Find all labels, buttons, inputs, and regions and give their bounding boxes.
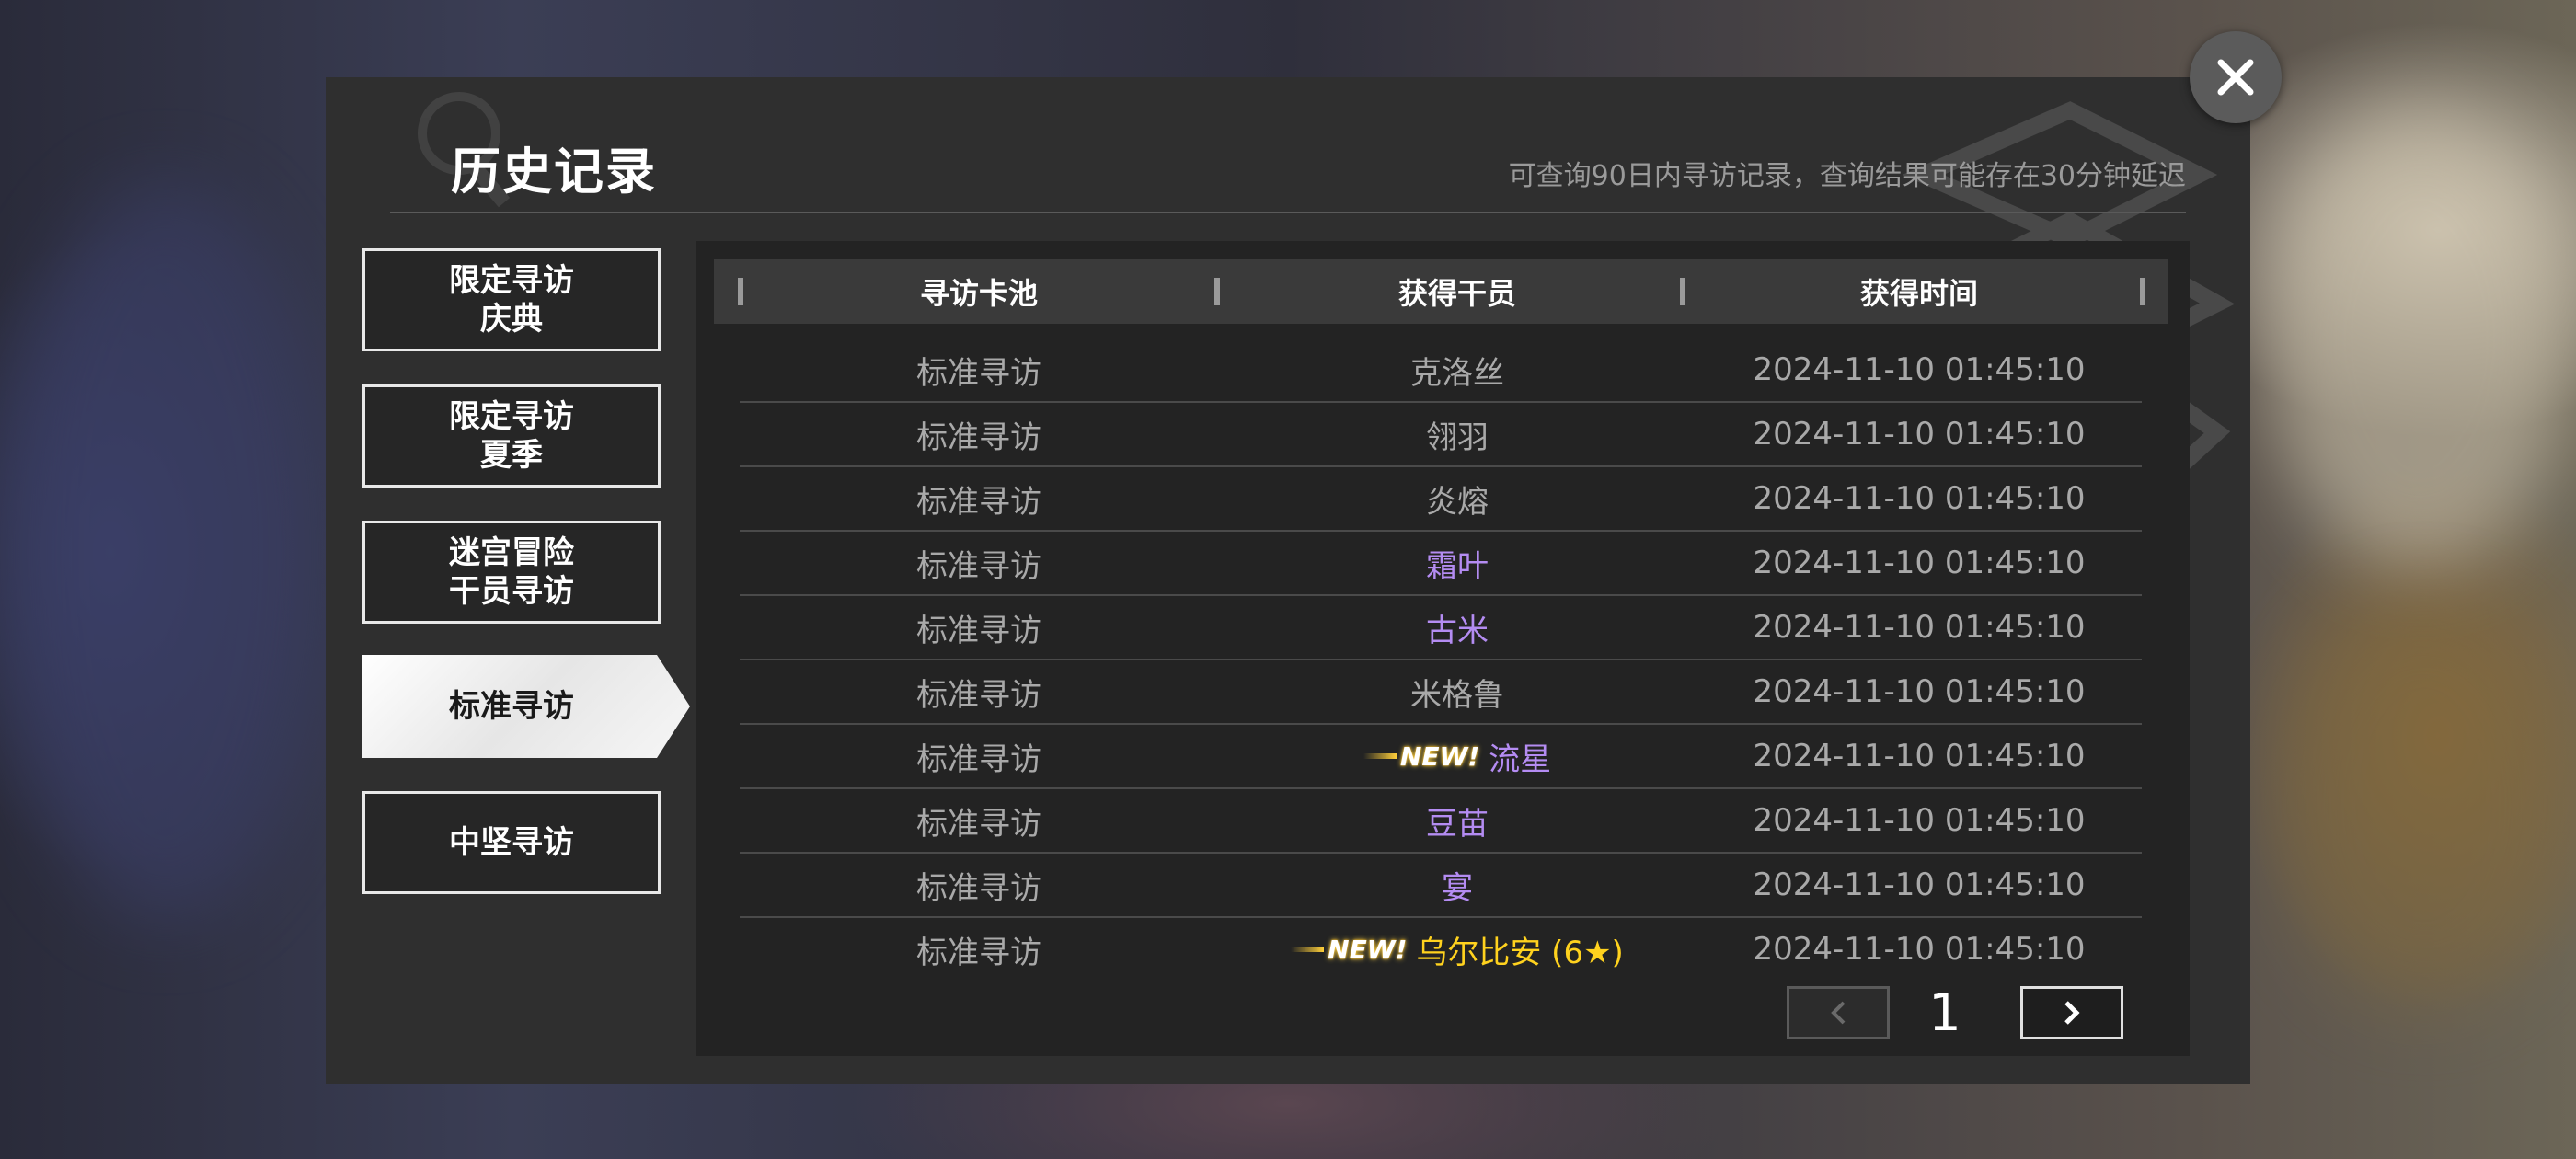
background-blur bbox=[2272, 598, 2576, 1012]
cell-time: 2024-11-10 01:45:10 bbox=[1753, 866, 2086, 903]
cell-time: 2024-11-10 01:45:10 bbox=[1753, 738, 2086, 775]
operator-name: 米格鲁 bbox=[1410, 676, 1504, 714]
tab-pool-2[interactable]: 迷宫冒险 干员寻访 bbox=[362, 521, 661, 624]
table-row: 标准寻访 翎羽 2024-11-10 01:45:10 bbox=[740, 403, 2142, 467]
cell-pool: 标准寻访 bbox=[916, 740, 1041, 778]
cell-time: 2024-11-10 01:45:10 bbox=[1753, 931, 2086, 968]
close-button[interactable] bbox=[2190, 31, 2282, 123]
tab-pool-3[interactable]: 标准寻访 bbox=[362, 655, 690, 758]
chevron-right-icon bbox=[2064, 1001, 2080, 1025]
cell-operator: NEW! 流星 bbox=[1218, 725, 1696, 787]
close-icon bbox=[2217, 59, 2254, 96]
page-subtitle: 可查询90日内寻访记录，查询结果可能存在30分钟延迟 bbox=[1508, 160, 2186, 192]
column-header-time: 获得时间 bbox=[1859, 276, 1978, 311]
cell-pool: 标准寻访 bbox=[916, 869, 1041, 907]
tab-pool-0[interactable]: 限定寻访 庆典 bbox=[362, 248, 661, 351]
cell-pool: 标准寻访 bbox=[916, 354, 1041, 392]
table-row: 标准寻访 米格鲁 2024-11-10 01:45:10 bbox=[740, 660, 2142, 725]
background-blur bbox=[0, 184, 331, 920]
cell-pool: 标准寻访 bbox=[916, 612, 1041, 649]
cell-time: 2024-11-10 01:45:10 bbox=[1753, 351, 2086, 388]
cell-time: 2024-11-10 01:45:10 bbox=[1753, 673, 2086, 710]
tab-label: 标准寻访 bbox=[449, 688, 574, 725]
cell-pool: 标准寻访 bbox=[916, 483, 1041, 521]
cell-operator: 古米 bbox=[1218, 596, 1696, 659]
cell-pool: 标准寻访 bbox=[916, 419, 1041, 456]
new-badge: NEW! bbox=[1363, 741, 1479, 772]
cell-time: 2024-11-10 01:45:10 bbox=[1753, 416, 2086, 453]
cell-operator: NEW! 乌尔比安 (6★) bbox=[1218, 918, 1696, 981]
cell-time: 2024-11-10 01:45:10 bbox=[1753, 609, 2086, 646]
cell-operator: 霜叶 bbox=[1218, 532, 1696, 594]
cell-time: 2024-11-10 01:45:10 bbox=[1753, 802, 2086, 839]
tab-pool-1[interactable]: 限定寻访 夏季 bbox=[362, 384, 661, 488]
operator-name: 炎熔 bbox=[1426, 483, 1489, 521]
operator-name: 克洛丝 bbox=[1410, 354, 1504, 392]
header-separator bbox=[1680, 278, 1685, 305]
new-badge-label: NEW! bbox=[1399, 740, 1480, 772]
cell-operator: 翎羽 bbox=[1218, 403, 1696, 465]
column-header-operator: 获得干员 bbox=[1397, 276, 1516, 311]
operator-name: 豆苗 bbox=[1426, 805, 1489, 843]
operator-name: 流星 bbox=[1489, 740, 1552, 778]
cell-time: 2024-11-10 01:45:10 bbox=[1753, 545, 2086, 581]
table-row: 标准寻访 克洛丝 2024-11-10 01:45:10 bbox=[740, 339, 2142, 403]
page-title: 历史记录 bbox=[451, 143, 657, 201]
cell-operator: 克洛丝 bbox=[1218, 339, 1696, 401]
chevron-left-icon bbox=[1831, 1001, 1846, 1025]
operator-name: 古米 bbox=[1426, 612, 1489, 649]
cell-operator: 米格鲁 bbox=[1218, 660, 1696, 723]
column-header-pool: 寻访卡池 bbox=[919, 276, 1038, 311]
new-badge-label: NEW! bbox=[1328, 934, 1408, 965]
new-badge: NEW! bbox=[1291, 935, 1407, 965]
table-row: 标准寻访 古米 2024-11-10 01:45:10 bbox=[740, 596, 2142, 660]
table-row: 标准寻访 宴 2024-11-10 01:45:10 bbox=[740, 854, 2142, 918]
header-separator bbox=[2140, 278, 2145, 305]
cell-pool: 标准寻访 bbox=[916, 676, 1041, 714]
tab-label: 限定寻访 夏季 bbox=[449, 398, 574, 474]
cell-operator: 宴 bbox=[1218, 854, 1696, 916]
operator-name: 乌尔比安 (6★) bbox=[1416, 934, 1624, 971]
tab-label: 限定寻访 庆典 bbox=[449, 262, 574, 338]
new-badge-streak bbox=[1291, 947, 1325, 952]
history-table: 寻访卡池 获得干员 获得时间 标准寻访 克洛丝 2024-11-10 01:45:1… bbox=[696, 241, 2190, 1056]
operator-name: 霜叶 bbox=[1426, 547, 1489, 585]
tab-pool-4[interactable]: 中坚寻访 bbox=[362, 791, 661, 894]
new-badge-streak bbox=[1363, 753, 1397, 759]
table-row: 标准寻访 NEW! 乌尔比安 (6★) 2024-11-10 01:45:10 bbox=[740, 918, 2142, 982]
table-row: 标准寻访 豆苗 2024-11-10 01:45:10 bbox=[740, 789, 2142, 854]
table-row: 标准寻访 霜叶 2024-11-10 01:45:10 bbox=[740, 532, 2142, 596]
cell-pool: 标准寻访 bbox=[916, 547, 1041, 585]
operator-name: 宴 bbox=[1442, 869, 1473, 907]
title-divider bbox=[390, 212, 2186, 213]
tab-label: 迷宫冒险 干员寻访 bbox=[449, 534, 574, 610]
background-blur bbox=[2263, 110, 2576, 570]
tab-label: 中坚寻访 bbox=[449, 824, 574, 861]
table-row: 标准寻访 炎熔 2024-11-10 01:45:10 bbox=[740, 467, 2142, 532]
next-page-button[interactable] bbox=[2020, 986, 2123, 1039]
table-header: 寻访卡池 获得干员 获得时间 bbox=[714, 259, 2168, 324]
page-number: 1 bbox=[1928, 982, 1961, 1043]
prev-page-button[interactable] bbox=[1787, 986, 1890, 1039]
operator-name: 翎羽 bbox=[1426, 419, 1489, 456]
cell-pool: 标准寻访 bbox=[916, 805, 1041, 843]
cell-time: 2024-11-10 01:45:10 bbox=[1753, 480, 2086, 517]
table-row: 标准寻访 NEW! 流星 2024-11-10 01:45:10 bbox=[740, 725, 2142, 789]
cell-pool: 标准寻访 bbox=[916, 934, 1041, 971]
cell-operator: 炎熔 bbox=[1218, 467, 1696, 530]
cell-operator: 豆苗 bbox=[1218, 789, 1696, 852]
